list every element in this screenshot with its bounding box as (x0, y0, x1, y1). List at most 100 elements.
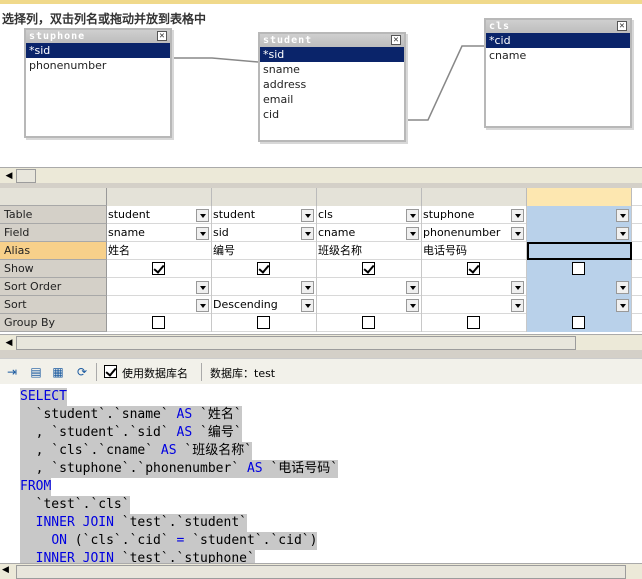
grid-cell[interactable] (212, 314, 317, 332)
grid-checkbox[interactable] (361, 262, 375, 275)
grid-cell[interactable] (107, 278, 212, 296)
scroll-thumb[interactable] (16, 565, 626, 579)
criteria-grid[interactable]: Table student student cls stuphone Field sname… (0, 188, 642, 333)
field-item[interactable]: cname (486, 48, 630, 63)
scroll-left-icon[interactable]: ◀ (2, 565, 9, 575)
table-box-cls[interactable]: cls ✕ *cid cname (484, 18, 632, 128)
chevron-down-icon[interactable] (616, 209, 629, 222)
grid-cell[interactable] (212, 278, 317, 296)
diagram-hscrollbar[interactable]: ◀ (0, 167, 642, 183)
field-item[interactable]: sname (260, 62, 404, 77)
grid-cell[interactable]: cname (317, 224, 422, 242)
grid-cell[interactable]: sname (107, 224, 212, 242)
sql-line[interactable]: `test`.`cls` (20, 496, 130, 514)
format-icon[interactable]: ▦ (50, 364, 66, 380)
scroll-thumb[interactable] (16, 169, 36, 183)
chevron-down-icon[interactable] (196, 281, 209, 294)
grid-checkbox[interactable] (466, 316, 480, 329)
grid-checkbox[interactable] (151, 262, 165, 275)
column-header[interactable] (212, 188, 317, 206)
grid-cell[interactable]: 电话号码 (422, 242, 527, 260)
field-item[interactable]: *sid (26, 43, 170, 58)
chevron-down-icon[interactable] (301, 281, 314, 294)
column-header[interactable] (527, 188, 632, 206)
grid-cell[interactable]: Descending (212, 296, 317, 314)
close-icon[interactable]: ✕ (391, 35, 401, 45)
table-box-stuphone[interactable]: stuphone ✕ *sid phonenumber (24, 28, 172, 138)
scroll-left-icon[interactable]: ◀ (2, 336, 16, 350)
scroll-left-icon[interactable]: ◀ (2, 169, 16, 183)
table-title-student[interactable]: student ✕ (260, 34, 404, 47)
chevron-down-icon[interactable] (511, 227, 524, 240)
chevron-down-icon[interactable] (301, 299, 314, 312)
field-item[interactable]: email (260, 92, 404, 107)
chevron-down-icon[interactable] (406, 227, 419, 240)
import-icon[interactable]: ⇥ (4, 364, 20, 380)
chevron-down-icon[interactable] (406, 209, 419, 222)
grid-cell[interactable] (107, 260, 212, 278)
field-item[interactable]: *cid (486, 33, 630, 48)
field-item[interactable]: *sid (260, 47, 404, 62)
sql-hscrollbar[interactable]: ◀ (0, 563, 642, 579)
close-icon[interactable]: ✕ (617, 21, 627, 31)
grid-cell[interactable] (422, 278, 527, 296)
grid-checkbox[interactable] (256, 316, 270, 329)
use-db-name-checkbox[interactable] (104, 365, 117, 378)
diagram-pane[interactable]: 选择列，双击列名或拖动并放到表格中 stuphone ✕ *sid phonenu… (0, 4, 642, 167)
table-box-student[interactable]: student ✕ *sid sname address email cid (258, 32, 406, 142)
sql-line[interactable]: , `cls`.`cname` AS `班级名称` (20, 442, 253, 460)
grid-hscrollbar[interactable]: ◀ (0, 334, 642, 350)
chevron-down-icon[interactable] (616, 299, 629, 312)
grid-cell[interactable] (422, 314, 527, 332)
sql-editor[interactable]: SELECT `student`.`sname` AS `姓名` , `stud… (0, 384, 642, 564)
column-header[interactable] (107, 188, 212, 206)
grid-cell[interactable] (317, 260, 422, 278)
refresh-icon[interactable]: ⟳ (74, 364, 90, 380)
grid-cell[interactable] (527, 242, 632, 260)
sql-line[interactable]: INNER JOIN `test`.`stuphone` (20, 550, 255, 564)
grid-checkbox[interactable] (571, 262, 585, 275)
grid-cell[interactable] (422, 296, 527, 314)
chevron-down-icon[interactable] (511, 299, 524, 312)
grid-cell[interactable] (527, 224, 632, 242)
grid-cell[interactable]: sid (212, 224, 317, 242)
grid-cell[interactable] (527, 278, 632, 296)
grid-cell[interactable] (527, 206, 632, 224)
chevron-down-icon[interactable] (511, 281, 524, 294)
grid-checkbox[interactable] (256, 262, 270, 275)
grid-checkbox[interactable] (466, 262, 480, 275)
grid-cell[interactable] (212, 260, 317, 278)
grid-checkbox[interactable] (361, 316, 375, 329)
grid-cell[interactable] (107, 296, 212, 314)
grid-cell[interactable] (317, 296, 422, 314)
sql-line[interactable]: , `student`.`sid` AS `编号` (20, 424, 242, 442)
sql-line[interactable]: SELECT (20, 388, 67, 406)
grid-cell[interactable] (317, 278, 422, 296)
chevron-down-icon[interactable] (511, 209, 524, 222)
chevron-down-icon[interactable] (301, 227, 314, 240)
field-item[interactable]: cid (260, 107, 404, 122)
grid-cell[interactable]: 姓名 (107, 242, 212, 260)
close-icon[interactable]: ✕ (157, 31, 167, 41)
chevron-down-icon[interactable] (616, 227, 629, 240)
sql-line[interactable]: FROM (20, 478, 52, 496)
chevron-down-icon[interactable] (196, 227, 209, 240)
scroll-thumb[interactable] (16, 336, 576, 350)
sql-line[interactable]: `student`.`sname` AS `姓名` (20, 406, 242, 424)
field-item[interactable]: phonenumber (26, 58, 170, 73)
grid-cell[interactable]: 编号 (212, 242, 317, 260)
splitter[interactable] (0, 350, 642, 358)
chevron-down-icon[interactable] (196, 209, 209, 222)
chevron-down-icon[interactable] (406, 299, 419, 312)
field-item[interactable]: address (260, 77, 404, 92)
grid-cell[interactable]: stuphone (422, 206, 527, 224)
sql-line[interactable]: INNER JOIN `test`.`student` (20, 514, 247, 532)
grid-checkbox[interactable] (571, 316, 585, 329)
grid-cell[interactable] (107, 314, 212, 332)
column-header[interactable] (317, 188, 422, 206)
grid-cell[interactable]: student (212, 206, 317, 224)
chevron-down-icon[interactable] (301, 209, 314, 222)
grid-cell[interactable] (527, 260, 632, 278)
grid-cell[interactable] (527, 296, 632, 314)
chevron-down-icon[interactable] (196, 299, 209, 312)
